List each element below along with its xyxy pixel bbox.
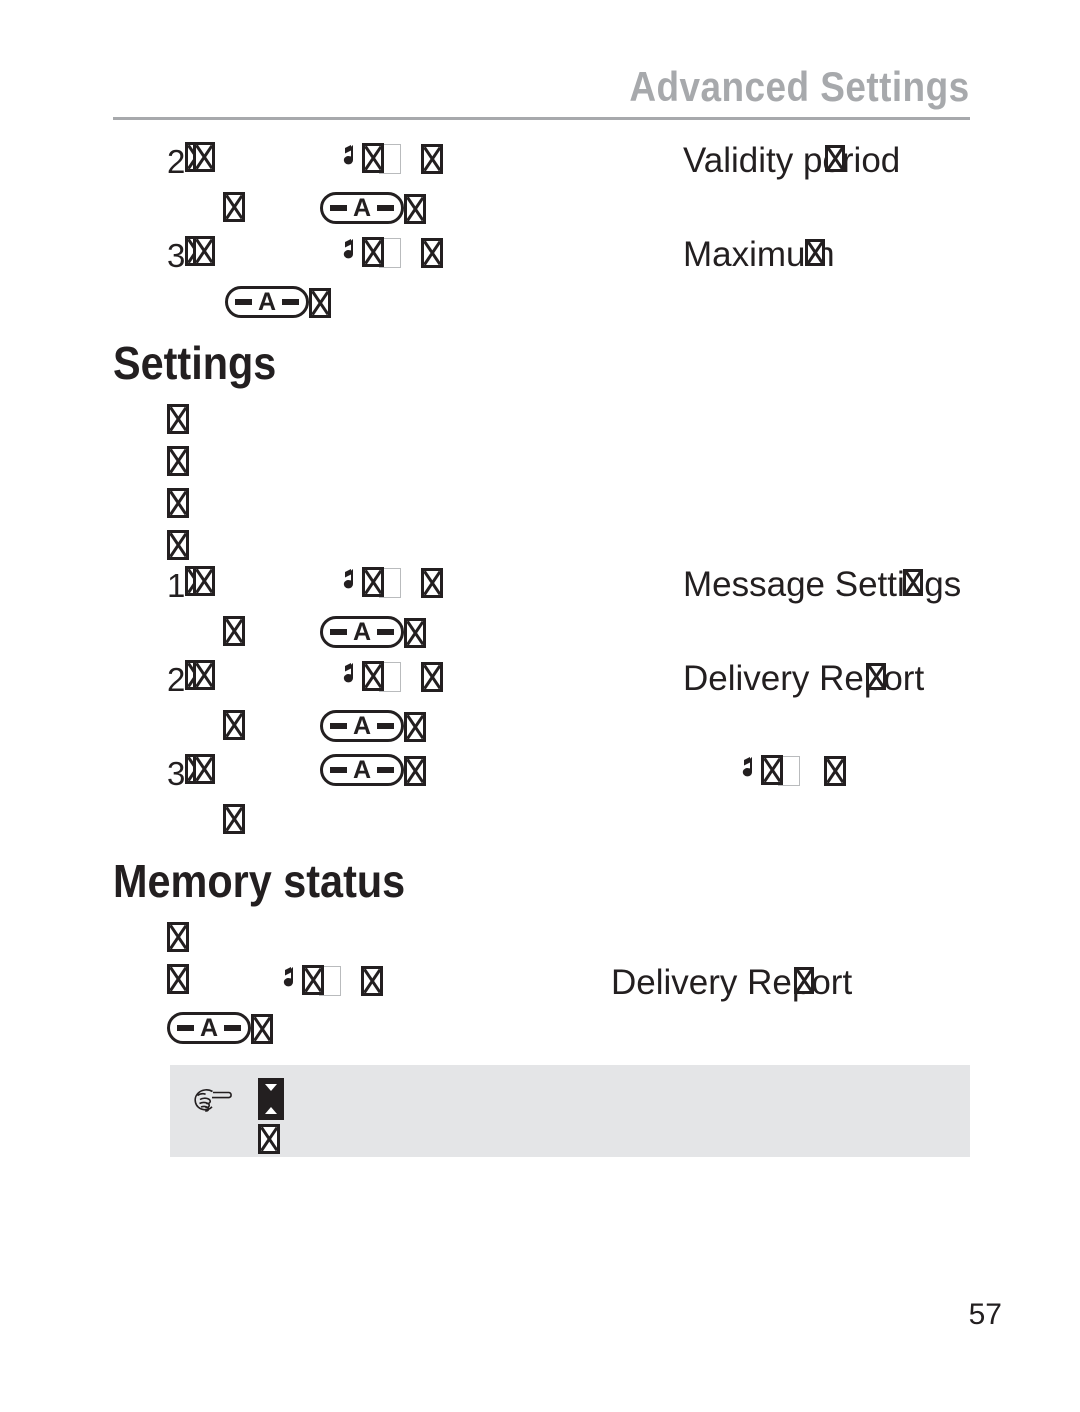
- step-label: Validity period: [683, 141, 901, 180]
- header-divider: [113, 117, 970, 120]
- step-glyph-cluster: [276, 964, 383, 1001]
- missing-glyph-box: [420, 568, 443, 598]
- step-glyph-cluster: [336, 660, 443, 697]
- missing-glyph-box: [302, 965, 342, 996]
- step-number: 1: [167, 567, 186, 604]
- missing-glyph-box: [761, 755, 801, 786]
- missing-glyph-box: [309, 288, 331, 318]
- minus-a-minus-key-icon: A: [320, 754, 404, 786]
- step-glyph-cluster: [336, 142, 443, 179]
- music-note-icon: [735, 754, 757, 786]
- missing-glyph-box: [823, 756, 846, 786]
- section-heading-memory-status: Memory status: [113, 855, 406, 907]
- missing-glyph-box: [223, 616, 245, 651]
- missing-glyph-box: [185, 754, 216, 785]
- step-continuation-row: A: [0, 616, 1080, 660]
- step-number-group: 3: [167, 754, 216, 792]
- key-icon-group: A: [320, 192, 426, 229]
- missing-glyph-box: [404, 618, 426, 648]
- missing-glyph-box: [362, 567, 402, 598]
- step-number: 2: [167, 661, 186, 698]
- step-row: 2 Delivery Report: [0, 660, 1080, 704]
- step-continuation-row: [0, 922, 1080, 966]
- missing-glyph-box: [360, 966, 383, 996]
- step-number: 2: [167, 143, 186, 180]
- missing-glyph-box: [167, 530, 189, 565]
- missing-glyph-box: [362, 661, 402, 692]
- music-note-icon: [336, 660, 358, 692]
- key-icon-group: A: [225, 286, 331, 323]
- missing-glyph-box: [404, 194, 426, 224]
- missing-glyph-box: [167, 488, 189, 523]
- up-down-arrow-key-icon: [258, 1078, 284, 1120]
- music-note-icon: [336, 566, 358, 598]
- page-number: 57: [968, 1298, 1002, 1331]
- step-glyph-cluster: [735, 754, 846, 791]
- running-header: Advanced Settings: [113, 66, 970, 108]
- step-number-group: 2: [167, 660, 216, 698]
- running-header-title: Advanced Settings: [629, 63, 970, 110]
- music-note-icon: [276, 964, 298, 996]
- missing-glyph-box: [167, 404, 189, 439]
- step-continuation-row: A: [0, 286, 1080, 330]
- minus-a-minus-key-icon: A: [225, 286, 309, 318]
- key-icon-group: A: [320, 710, 426, 747]
- step-row: 3 A: [0, 754, 1080, 798]
- step-number-group: 1: [167, 566, 216, 604]
- step-number-group: 3: [167, 236, 216, 274]
- note-box: [170, 1065, 970, 1157]
- key-icon-group: A: [167, 1012, 273, 1049]
- step-number: 3: [167, 755, 186, 792]
- step-label: Maximum: [683, 235, 835, 274]
- missing-glyph-box: [251, 1014, 273, 1044]
- section-heading-settings: Settings: [113, 337, 277, 389]
- music-note-icon: [336, 142, 358, 174]
- minus-a-minus-key-icon: A: [320, 710, 404, 742]
- missing-glyph-box: [404, 756, 426, 786]
- step-glyph-cluster: [336, 566, 443, 603]
- key-icon-group: A: [320, 616, 426, 653]
- missing-glyph-box: [185, 236, 216, 267]
- missing-glyph-box: [420, 662, 443, 692]
- missing-glyph-box: [185, 566, 216, 597]
- missing-glyph-box: [167, 964, 189, 999]
- step-label: Delivery Report: [683, 659, 925, 698]
- step-number: 3: [167, 237, 186, 274]
- missing-glyph-box: [167, 446, 189, 481]
- step-row: 1 Message Settings: [0, 566, 1080, 610]
- missing-glyph-box: [362, 237, 402, 268]
- minus-a-minus-key-icon: A: [320, 616, 404, 648]
- step-number-group: 2: [167, 142, 216, 180]
- step-row: Delivery Report: [0, 964, 1080, 1008]
- step-continuation-row: [0, 804, 1080, 848]
- step-continuation-row: A: [0, 192, 1080, 236]
- missing-glyph-box: [185, 660, 216, 691]
- minus-a-minus-key-icon: A: [167, 1012, 251, 1044]
- minus-a-minus-key-icon: A: [320, 192, 404, 224]
- key-icon-group: A: [320, 754, 426, 791]
- missing-glyph-box: [362, 143, 402, 174]
- missing-glyph-box: [223, 710, 245, 745]
- step-continuation-row: A: [0, 710, 1080, 754]
- missing-glyph-box: [404, 712, 426, 742]
- step-label: Message Settings: [683, 565, 962, 604]
- step-label: Delivery Report: [611, 963, 853, 1002]
- key-icon-row: A: [0, 1012, 1080, 1056]
- step-row: 2 Validity period: [0, 142, 1080, 186]
- missing-glyph-box: [420, 144, 443, 174]
- pointing-hand-icon: [188, 1083, 234, 1117]
- missing-glyph-box: [258, 1124, 280, 1159]
- missing-glyph-box: [223, 192, 245, 227]
- missing-glyph-box: [185, 142, 216, 173]
- missing-glyph-box: [420, 238, 443, 268]
- music-note-icon: [336, 236, 358, 268]
- missing-glyph-box: [167, 922, 189, 957]
- step-row: 3 Maximum: [0, 236, 1080, 280]
- step-glyph-cluster: [336, 236, 443, 273]
- missing-glyph-box: [223, 804, 245, 839]
